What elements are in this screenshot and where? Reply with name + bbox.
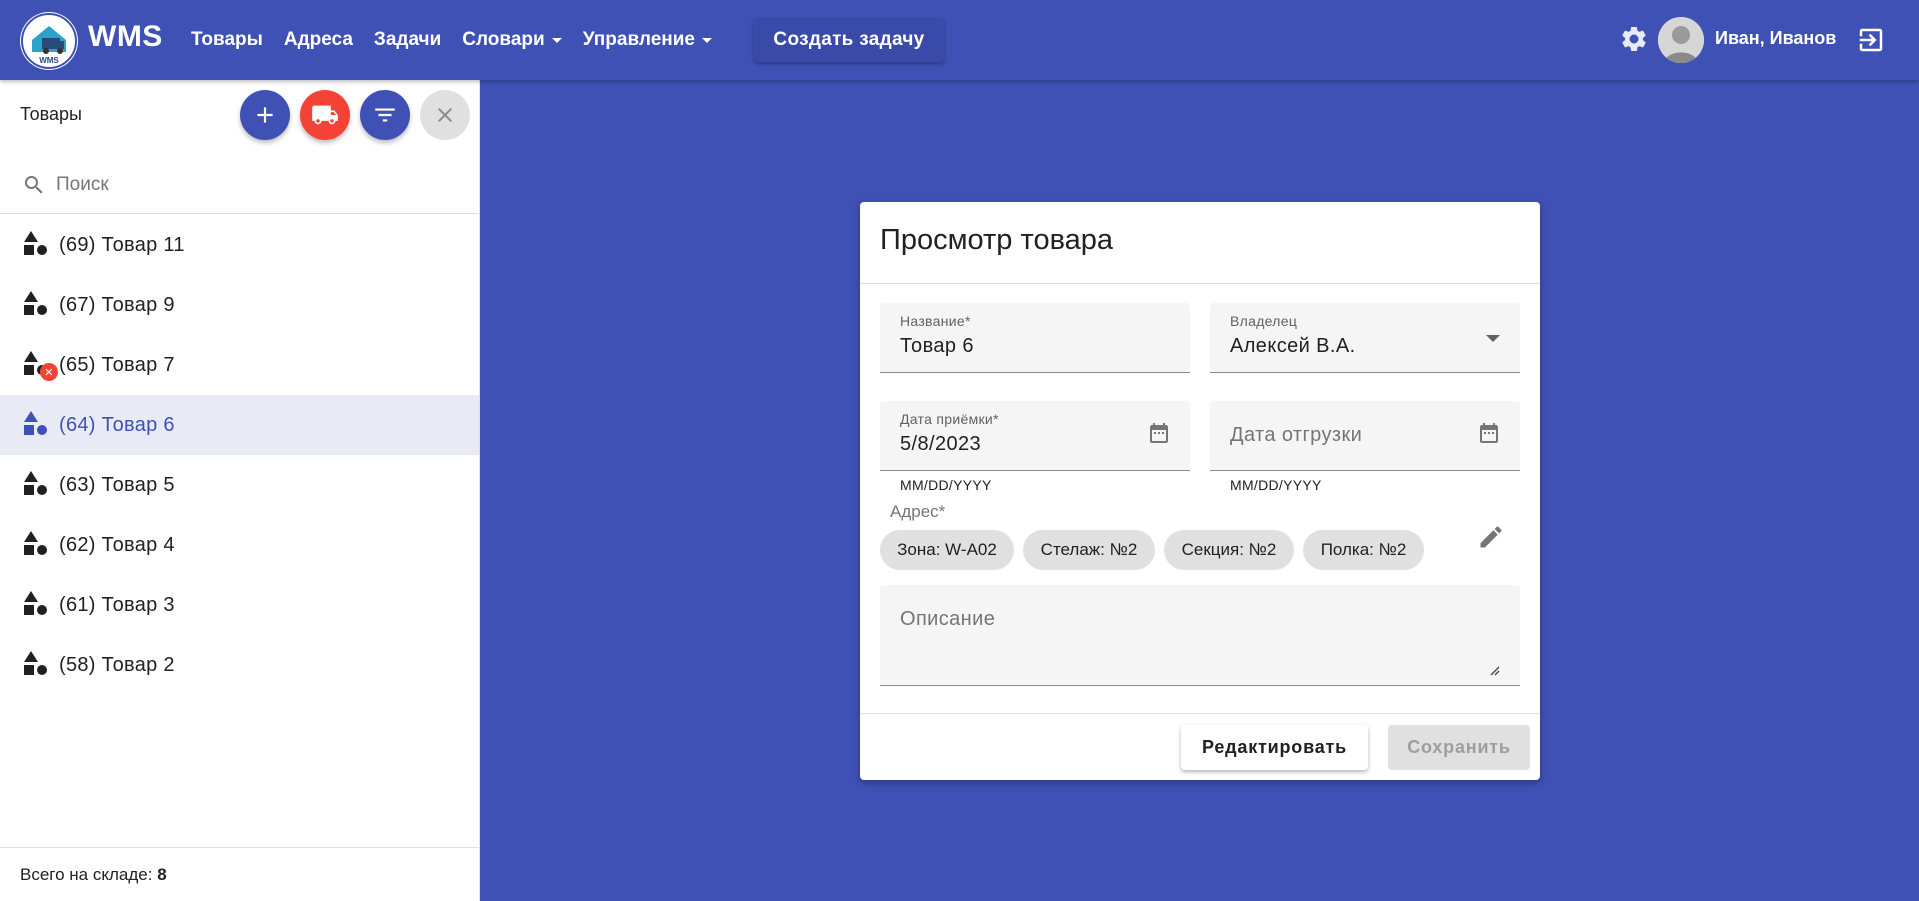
app-header: WMS WMS Товары Адреса Задачи Словари Упр… (0, 0, 1919, 80)
nav-tasks-label: Задачи (373, 29, 442, 50)
close-button[interactable] (420, 90, 470, 140)
add-button[interactable] (240, 90, 290, 140)
error-badge-icon: ✕ (40, 363, 58, 381)
product-view-card: Просмотр товара Название* Товар 6 Владел… (860, 202, 1540, 780)
divider (860, 713, 1540, 714)
add-icon (257, 107, 273, 123)
shapes-icon (24, 591, 47, 615)
list-item-selected[interactable]: (64) Товар 6 (0, 395, 479, 455)
shipment-date-field[interactable]: Дата отгрузки (1210, 401, 1520, 471)
main-nav: Товары Адреса Задачи Словари Управление (191, 0, 733, 80)
owner-select-value: Алексей В.А. (1230, 335, 1356, 357)
list-item[interactable]: ✕ (65) Товар 7 (0, 335, 479, 395)
shapes-icon (24, 531, 47, 555)
divider (860, 283, 1540, 284)
description-placeholder: Описание (900, 608, 996, 630)
truck-icon (312, 105, 338, 125)
nav-addresses[interactable]: Адреса (284, 29, 353, 51)
list-item[interactable]: (67) Товар 9 (0, 275, 479, 335)
sidebar-title: Товары (20, 104, 82, 124)
nav-management[interactable]: Управление (583, 29, 712, 51)
list-item-label: (64) Товар 6 (59, 414, 175, 436)
shipment-date-hint: MM/DD/YYYY (1230, 477, 1322, 493)
resize-grip-icon[interactable] (1488, 664, 1500, 676)
dropdown-arrow-icon (1486, 335, 1500, 342)
stock-total: Всего на складе: 8 (0, 847, 479, 901)
user-avatar-icon (1658, 17, 1704, 63)
list-item[interactable]: (69) Товар 11 (0, 215, 479, 275)
address-chip-section[interactable]: Секция: №2 (1164, 530, 1294, 570)
list-item-label: (67) Товар 9 (59, 294, 175, 316)
edit-button[interactable]: Редактировать (1181, 725, 1368, 770)
list-item-label: (63) Товар 5 (59, 474, 175, 496)
goods-list: (69) Товар 11 (67) Товар 9 ✕ (65) Товар … (0, 215, 479, 695)
card-title: Просмотр товара (880, 224, 1114, 256)
nav-dictionaries[interactable]: Словари (462, 29, 562, 51)
nav-addresses-label: Адреса (283, 29, 353, 50)
warehouse-logo-icon: WMS (21, 13, 77, 69)
shapes-icon (24, 411, 47, 435)
name-field-value: Товар 6 (900, 335, 974, 357)
receipt-date-field[interactable]: Дата приёмки* 5/8/2023 (880, 401, 1190, 471)
nav-management-label: Управление (582, 29, 695, 50)
save-button[interactable]: Сохранить (1388, 725, 1530, 770)
receipt-date-label: Дата приёмки* (900, 411, 999, 427)
filter-icon (375, 108, 395, 122)
nav-dictionaries-label: Словари (462, 29, 545, 50)
list-item[interactable]: (58) Товар 2 (0, 635, 479, 695)
list-item[interactable]: (63) Товар 5 (0, 455, 479, 515)
stock-total-label: Всего на складе: (20, 865, 158, 884)
user-name[interactable]: Иван, Иванов (1715, 28, 1836, 49)
list-item-label: (58) Товар 2 (59, 654, 175, 676)
search-input[interactable] (56, 170, 456, 200)
list-item[interactable]: (62) Товар 4 (0, 515, 479, 575)
brand-title: WMS (88, 20, 163, 53)
filter-button[interactable] (360, 90, 410, 140)
nav-goods-label: Товары (191, 29, 263, 50)
owner-select[interactable]: Владелец Алексей В.А. (1210, 303, 1520, 373)
receipt-date-value: 5/8/2023 (900, 433, 982, 455)
address-chip-rack[interactable]: Стелаж: №2 (1023, 530, 1155, 570)
list-item-label: (61) Товар 3 (59, 594, 175, 616)
list-item-label: (69) Товар 11 (59, 234, 185, 256)
list-item[interactable]: (61) Товар 3 (0, 575, 479, 635)
address-chip-shelf[interactable]: Полка: №2 (1303, 530, 1424, 570)
logout-icon[interactable] (1856, 25, 1886, 55)
gear-icon[interactable] (1619, 24, 1649, 54)
nav-tasks[interactable]: Задачи (374, 29, 441, 51)
description-field[interactable]: Описание (880, 585, 1520, 686)
search-bar (0, 156, 480, 214)
shapes-icon (24, 471, 47, 495)
shapes-icon (24, 291, 47, 315)
calendar-icon[interactable] (1147, 421, 1171, 445)
pencil-icon[interactable] (1477, 523, 1505, 551)
name-field-label: Название* (900, 313, 971, 329)
address-chip-zone[interactable]: Зона: W-A02 (880, 530, 1014, 570)
name-field[interactable]: Название* Товар 6 (880, 303, 1190, 373)
list-item-label: (65) Товар 7 (59, 354, 175, 376)
sidebar: Товары (69) Товар 11 (67) Товар 9 ✕ (65)… (0, 80, 480, 901)
caret-down-icon (551, 37, 562, 43)
shipment-button[interactable] (300, 90, 350, 140)
stock-total-count: 8 (157, 865, 167, 884)
svg-text:WMS: WMS (39, 56, 59, 65)
shipment-date-placeholder: Дата отгрузки (1230, 424, 1363, 446)
shapes-icon (24, 231, 47, 255)
shapes-icon (24, 651, 47, 675)
avatar[interactable] (1658, 17, 1704, 63)
list-item-label: (62) Товар 4 (59, 534, 175, 556)
address-label: Адрес* (890, 502, 946, 521)
close-icon (438, 108, 452, 122)
nav-goods[interactable]: Товары (191, 29, 263, 51)
owner-select-label: Владелец (1230, 313, 1298, 329)
create-task-button[interactable]: Создать задачу (754, 18, 944, 62)
receipt-date-hint: MM/DD/YYYY (900, 477, 992, 493)
search-icon (25, 176, 43, 194)
caret-down-icon (702, 37, 712, 43)
logo[interactable]: WMS (20, 12, 78, 70)
calendar-icon[interactable] (1477, 421, 1501, 445)
